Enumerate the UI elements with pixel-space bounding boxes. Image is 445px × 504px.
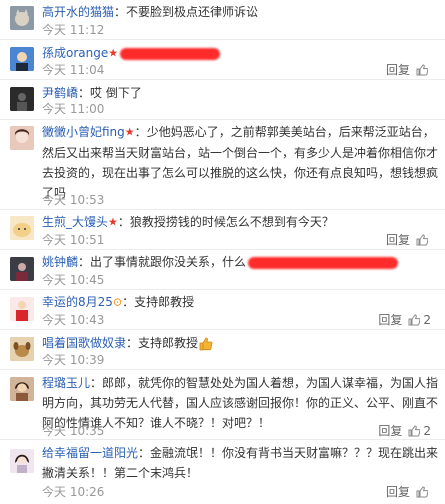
avatar[interactable] <box>10 216 34 240</box>
timestamp: 今天 10:39 <box>42 353 105 367</box>
avatar[interactable] <box>10 126 34 150</box>
star-icon: ★ <box>108 46 119 60</box>
avatar-girl-icon <box>10 126 34 150</box>
thumb-up-icon <box>408 314 421 326</box>
avatar-person-red-icon <box>10 297 34 321</box>
comment-item: 生煎_大馒头★：狼教授捞钱的时候怎么不想到有今天？ 今天 10:51 回复 <box>0 210 445 250</box>
reply-button[interactable]: 回复 <box>386 62 410 78</box>
username[interactable]: 孫成orange <box>42 46 108 60</box>
comment-item: 给幸福留一道阳光：金融流氓！！你没有背书当天财富嘛？？？现在跳出来撇清关系！！第… <box>0 440 445 504</box>
thumb-up-icon <box>416 486 428 498</box>
reply-button[interactable]: 回复 <box>378 423 402 439</box>
avatar-dog-icon <box>10 337 34 361</box>
like-count: 2 <box>423 313 431 327</box>
avatar[interactable] <box>10 6 34 30</box>
comment-text: 郎郎，就凭你的智慧处处为国人着想，为国人谋幸福，为国人指明方向，其功劳无人代替，… <box>42 376 439 430</box>
star-icon: ★ <box>108 215 118 229</box>
comment-item: 高开水的猫猫：不要脸到极点还律师诉讼 今天 11:12 <box>0 0 445 40</box>
avatar-cat-icon <box>10 6 34 30</box>
avatar[interactable] <box>10 449 34 473</box>
comment-feed: 高开水的猫猫：不要脸到极点还律师诉讼 今天 11:12 孫成orange★ 今天… <box>0 0 445 504</box>
thumb-up-icon <box>416 234 428 246</box>
avatar-bun-icon <box>10 216 34 240</box>
avatar-face-icon <box>10 47 34 71</box>
comment-text: 支持郎教授 <box>138 336 199 350</box>
comment-text: 支持郎教授 <box>134 295 195 309</box>
username[interactable]: 唱着国歌做奴隶 <box>42 336 126 350</box>
thumb-emoji-icon <box>199 337 213 350</box>
like-button[interactable]: 2 <box>408 312 431 328</box>
comment-text: 狼教授捞钱的时候怎么不想到有今天？ <box>129 215 334 229</box>
like-button[interactable]: 2 <box>408 423 431 439</box>
redaction-mark <box>248 256 399 269</box>
comment-text: 不要脸到极点还律师诉讼 <box>126 5 259 19</box>
username[interactable]: 姚钟麟 <box>42 255 78 269</box>
timestamp: 今天 10:51 <box>42 233 105 247</box>
like-button[interactable] <box>416 64 431 76</box>
comment-item: 黴黴小曾妃fing★：少他妈恶心了，之前帮郭美美站台，后来帮泛亚站台，然后又出来… <box>0 120 445 210</box>
timestamp: 今天 11:12 <box>42 23 105 37</box>
comment-item: 程璐玉儿：郎郎，就凭你的智慧处处为国人着想，为国人谋幸福，为国人指明方向，其功劳… <box>0 370 445 440</box>
timestamp: 今天 10:45 <box>42 273 105 287</box>
timestamp: 今天 10:26 <box>42 485 105 499</box>
avatar[interactable] <box>10 47 34 71</box>
avatar[interactable] <box>10 377 34 401</box>
comment-text: 出了事情就跟你没关系，什么 <box>90 255 247 269</box>
vip-icon: ⊙ <box>112 295 123 309</box>
avatar-silhouette-icon <box>10 87 34 111</box>
comment-text: 哎 倒下了 <box>90 86 142 100</box>
timestamp: 今天 10:53 <box>42 193 105 207</box>
avatar[interactable] <box>10 337 34 361</box>
username[interactable]: 尹鹤嶠 <box>42 86 78 100</box>
redaction-mark <box>120 47 221 60</box>
comment-item: 唱着国歌做奴隶：支持郎教授 今天 10:39 <box>0 330 445 370</box>
username[interactable]: 黴黴小曾妃fing <box>42 125 125 139</box>
comment-item: 幸运的8月25⊙：支持郎教授 今天 10:43 回复 2 <box>0 290 445 330</box>
avatar-girl-icon <box>10 449 34 473</box>
username[interactable]: 幸运的8月25 <box>42 295 113 309</box>
comment-item: 孫成orange★ 今天 11:04 回复 <box>0 40 445 80</box>
timestamp: 今天 11:04 <box>42 63 105 77</box>
like-button[interactable] <box>416 486 431 498</box>
comment-item: 姚钟麟：出了事情就跟你没关系，什么 今天 10:45 <box>0 250 445 290</box>
reply-button[interactable]: 回复 <box>386 232 410 248</box>
username[interactable]: 生煎_大馒头 <box>42 215 108 229</box>
username[interactable]: 程璐玉儿 <box>42 376 90 390</box>
comment-item: 尹鹤嶠：哎 倒下了 今天 11:00 <box>0 80 445 120</box>
like-count: 2 <box>423 424 431 438</box>
avatar[interactable] <box>10 87 34 111</box>
reply-button[interactable]: 回复 <box>386 484 410 500</box>
avatar-woman-icon <box>10 377 34 401</box>
avatar[interactable] <box>10 297 34 321</box>
username[interactable]: 高开水的猫猫 <box>42 5 114 19</box>
reply-button[interactable]: 回复 <box>378 312 402 328</box>
timestamp: 今天 10:43 <box>42 313 105 327</box>
star-icon: ★ <box>124 125 135 139</box>
thumb-up-icon <box>416 64 428 76</box>
like-button[interactable] <box>416 234 431 246</box>
thumb-up-icon <box>408 425 421 437</box>
avatar[interactable] <box>10 257 34 281</box>
username[interactable]: 给幸福留一道阳光 <box>42 446 138 460</box>
timestamp: 今天 10:35 <box>42 424 105 438</box>
timestamp: 今天 11:00 <box>42 102 105 116</box>
avatar-photo-icon <box>10 257 34 281</box>
